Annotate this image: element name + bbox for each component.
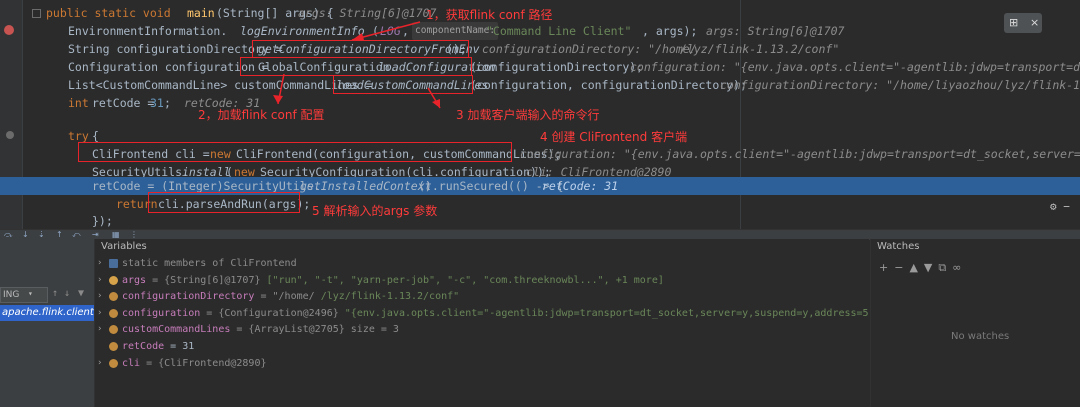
expand-arrow-icon[interactable]: › bbox=[97, 255, 102, 272]
variable-value: /lyz/flink-1.13.2/conf" bbox=[314, 291, 460, 303]
field-icon bbox=[109, 342, 118, 351]
annotation-4: 4 创建 CliFrontend 客户端 bbox=[540, 130, 688, 144]
variable-row[interactable]: retCode = 31 bbox=[95, 338, 869, 355]
move-down-icon[interactable]: ▼ bbox=[924, 261, 938, 274]
annotation-2: 2，加载flink conf 配置 bbox=[198, 108, 325, 122]
ide-window: public static void main (String[] args) {… bbox=[0, 0, 1080, 407]
variable-value: size = 3 bbox=[344, 324, 399, 336]
variable-text: customCommandLines = {ArrayList@2705} si… bbox=[122, 321, 399, 338]
annotation-5: 5 解析输入的args 参数 bbox=[312, 204, 438, 218]
parameter-icon bbox=[109, 275, 118, 285]
watches-toolbar: +−▲▼⧉∞ bbox=[879, 261, 967, 275]
arrow-up-icon[interactable]: ↑ bbox=[52, 288, 58, 299]
variable-text: args = {String[6]@1707} ["run", "-t", "y… bbox=[122, 272, 664, 289]
variable-type: = 31 bbox=[164, 341, 195, 352]
variables-title: Variables bbox=[101, 241, 147, 252]
variable-row[interactable]: › customCommandLines = {ArrayList@2705} s… bbox=[95, 321, 869, 338]
variable-name: customCommandLines bbox=[122, 324, 231, 336]
no-watches-label: No watches bbox=[951, 331, 1010, 342]
variable-text: configurationDirectory = "/home/ /lyz/fl… bbox=[122, 288, 459, 305]
glasses-icon[interactable]: ∞ bbox=[952, 261, 967, 274]
frames-panel: ING ▾ ↑ ↓ ▼ apache.flink.client.cli bbox=[0, 239, 95, 407]
field-icon bbox=[109, 358, 118, 368]
variable-row[interactable]: › static members of CliFrontend bbox=[95, 255, 869, 272]
variable-name: args bbox=[122, 274, 147, 286]
watches-panel: Watches +−▲▼⧉∞ No watches bbox=[870, 239, 1080, 407]
expand-arrow-icon[interactable]: › bbox=[97, 355, 102, 372]
variables-panel: Variables › static members of CliFrontend… bbox=[95, 239, 869, 407]
arrow-down-icon[interactable]: ↓ bbox=[64, 288, 70, 299]
remove-icon[interactable]: − bbox=[894, 261, 909, 274]
expand-arrow-icon[interactable]: › bbox=[97, 288, 102, 305]
variable-name: cli bbox=[122, 357, 141, 369]
variable-value: "{env.java.opts.client="-agentlib:jdwp=t… bbox=[344, 307, 869, 319]
field-icon bbox=[109, 325, 118, 335]
variable-row[interactable]: › configuration = {Configuration@2496} "{… bbox=[95, 305, 869, 322]
filter-icon[interactable]: ▼ bbox=[78, 288, 84, 299]
thread-selector[interactable]: ING bbox=[0, 287, 48, 303]
variable-name: static members of CliFrontend bbox=[122, 258, 297, 269]
expand-arrow-icon[interactable]: › bbox=[97, 321, 102, 338]
variable-text: retCode = 31 bbox=[122, 338, 194, 355]
expand-arrow-icon[interactable]: › bbox=[97, 305, 102, 322]
variable-row[interactable]: › args = {String[6]@1707} ["run", "-t", "… bbox=[95, 272, 869, 289]
variable-type: = {CliFrontend@2890} bbox=[140, 357, 267, 369]
variable-type: = {Configuration@2496} bbox=[200, 307, 339, 319]
variable-text: configuration = {Configuration@2496} "{e… bbox=[122, 305, 869, 322]
variable-text: static members of CliFrontend bbox=[122, 255, 297, 272]
chevron-down-icon[interactable]: ▾ bbox=[28, 289, 33, 298]
variable-type: = "/home/ bbox=[254, 291, 315, 303]
selected-stack-frame[interactable]: apache.flink.client.cli bbox=[0, 305, 94, 321]
variable-row[interactable]: › configurationDirectory = "/home/ /lyz/f… bbox=[95, 288, 869, 305]
variable-name: configurationDirectory bbox=[122, 291, 255, 303]
copy-icon[interactable]: ⧉ bbox=[938, 261, 952, 274]
annotation-3: 3 加载客户端输入的命令行 bbox=[456, 108, 600, 122]
arrow-1-head bbox=[352, 33, 364, 40]
variable-name: retCode bbox=[122, 341, 165, 352]
field-icon bbox=[109, 308, 118, 318]
variable-type: = {ArrayList@2705} bbox=[230, 324, 345, 336]
arrow-2-head bbox=[273, 95, 283, 104]
field-icon bbox=[109, 292, 118, 302]
variable-row[interactable]: › cli = {CliFrontend@2890} bbox=[95, 355, 869, 372]
expand-arrow-icon[interactable]: › bbox=[97, 272, 102, 289]
variable-type: = {String[6]@1707} bbox=[146, 274, 261, 286]
settings-gear-icon[interactable]: ⚙ − bbox=[1050, 200, 1080, 213]
code-editor[interactable]: public static void main (String[] args) {… bbox=[0, 0, 1080, 229]
add-icon[interactable]: + bbox=[879, 261, 894, 274]
watches-title: Watches bbox=[877, 241, 920, 252]
variable-name: configuration bbox=[122, 307, 201, 319]
move-up-icon[interactable]: ▲ bbox=[909, 261, 923, 274]
static-members-icon bbox=[109, 259, 118, 268]
variable-value: ["run", "-t", "yarn-per-job", "-c", "com… bbox=[260, 274, 664, 286]
variable-text: cli = {CliFrontend@2890} bbox=[122, 355, 267, 372]
annotation-1: 1，获取flink conf 路径 bbox=[426, 8, 553, 22]
